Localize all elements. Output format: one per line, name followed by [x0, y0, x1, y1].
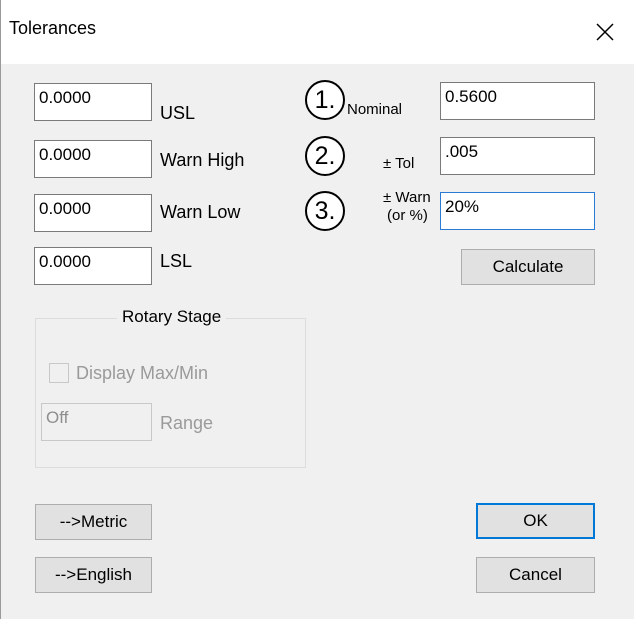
dialog-title: Tolerances: [9, 18, 97, 38]
cancel-button[interactable]: Cancel: [476, 557, 595, 593]
nominal-field[interactable]: 0.5600: [440, 82, 595, 120]
step-1-marker: 1.: [305, 80, 345, 120]
tolerances-dialog: Tolerances 0.0000 USL 0.0000 Warn High 0…: [0, 0, 634, 619]
metric-button[interactable]: -->Metric: [35, 504, 152, 540]
rotary-stage-group: [35, 318, 306, 468]
calculate-button[interactable]: Calculate: [461, 249, 595, 285]
lsl-field[interactable]: 0.0000: [34, 247, 152, 285]
warn-low-label: Warn Low: [160, 202, 241, 222]
rotary-stage-title: Rotary Stage: [117, 307, 227, 327]
warn-high-label: Warn High: [160, 150, 245, 170]
close-icon: [596, 23, 614, 41]
range-label: Range: [160, 413, 214, 433]
ok-button[interactable]: OK: [476, 503, 595, 539]
warn-low-field[interactable]: 0.0000: [34, 194, 152, 232]
tol-field[interactable]: .005: [440, 137, 595, 175]
english-button[interactable]: -->English: [35, 557, 152, 593]
warn-field[interactable]: 20%: [440, 192, 595, 230]
usl-label: USL: [160, 103, 196, 123]
warn-high-field[interactable]: 0.0000: [34, 140, 152, 178]
step-2-marker: 2.: [305, 136, 345, 176]
lsl-label: LSL: [160, 251, 193, 271]
display-maxmin-checkbox[interactable]: [49, 363, 69, 383]
display-maxmin-label: Display Max/Min: [76, 363, 209, 383]
warn-percent-label: (or %): [387, 207, 428, 224]
usl-field[interactable]: 0.0000: [34, 83, 152, 121]
close-button[interactable]: [575, 0, 634, 64]
range-field[interactable]: Off: [41, 403, 152, 441]
tol-label: ± Tol: [383, 155, 415, 172]
nominal-label: Nominal: [347, 101, 403, 118]
step-3-marker: 3.: [305, 191, 345, 231]
warn-label: ± Warn: [383, 189, 431, 206]
title-bar: Tolerances: [1, 0, 634, 64]
